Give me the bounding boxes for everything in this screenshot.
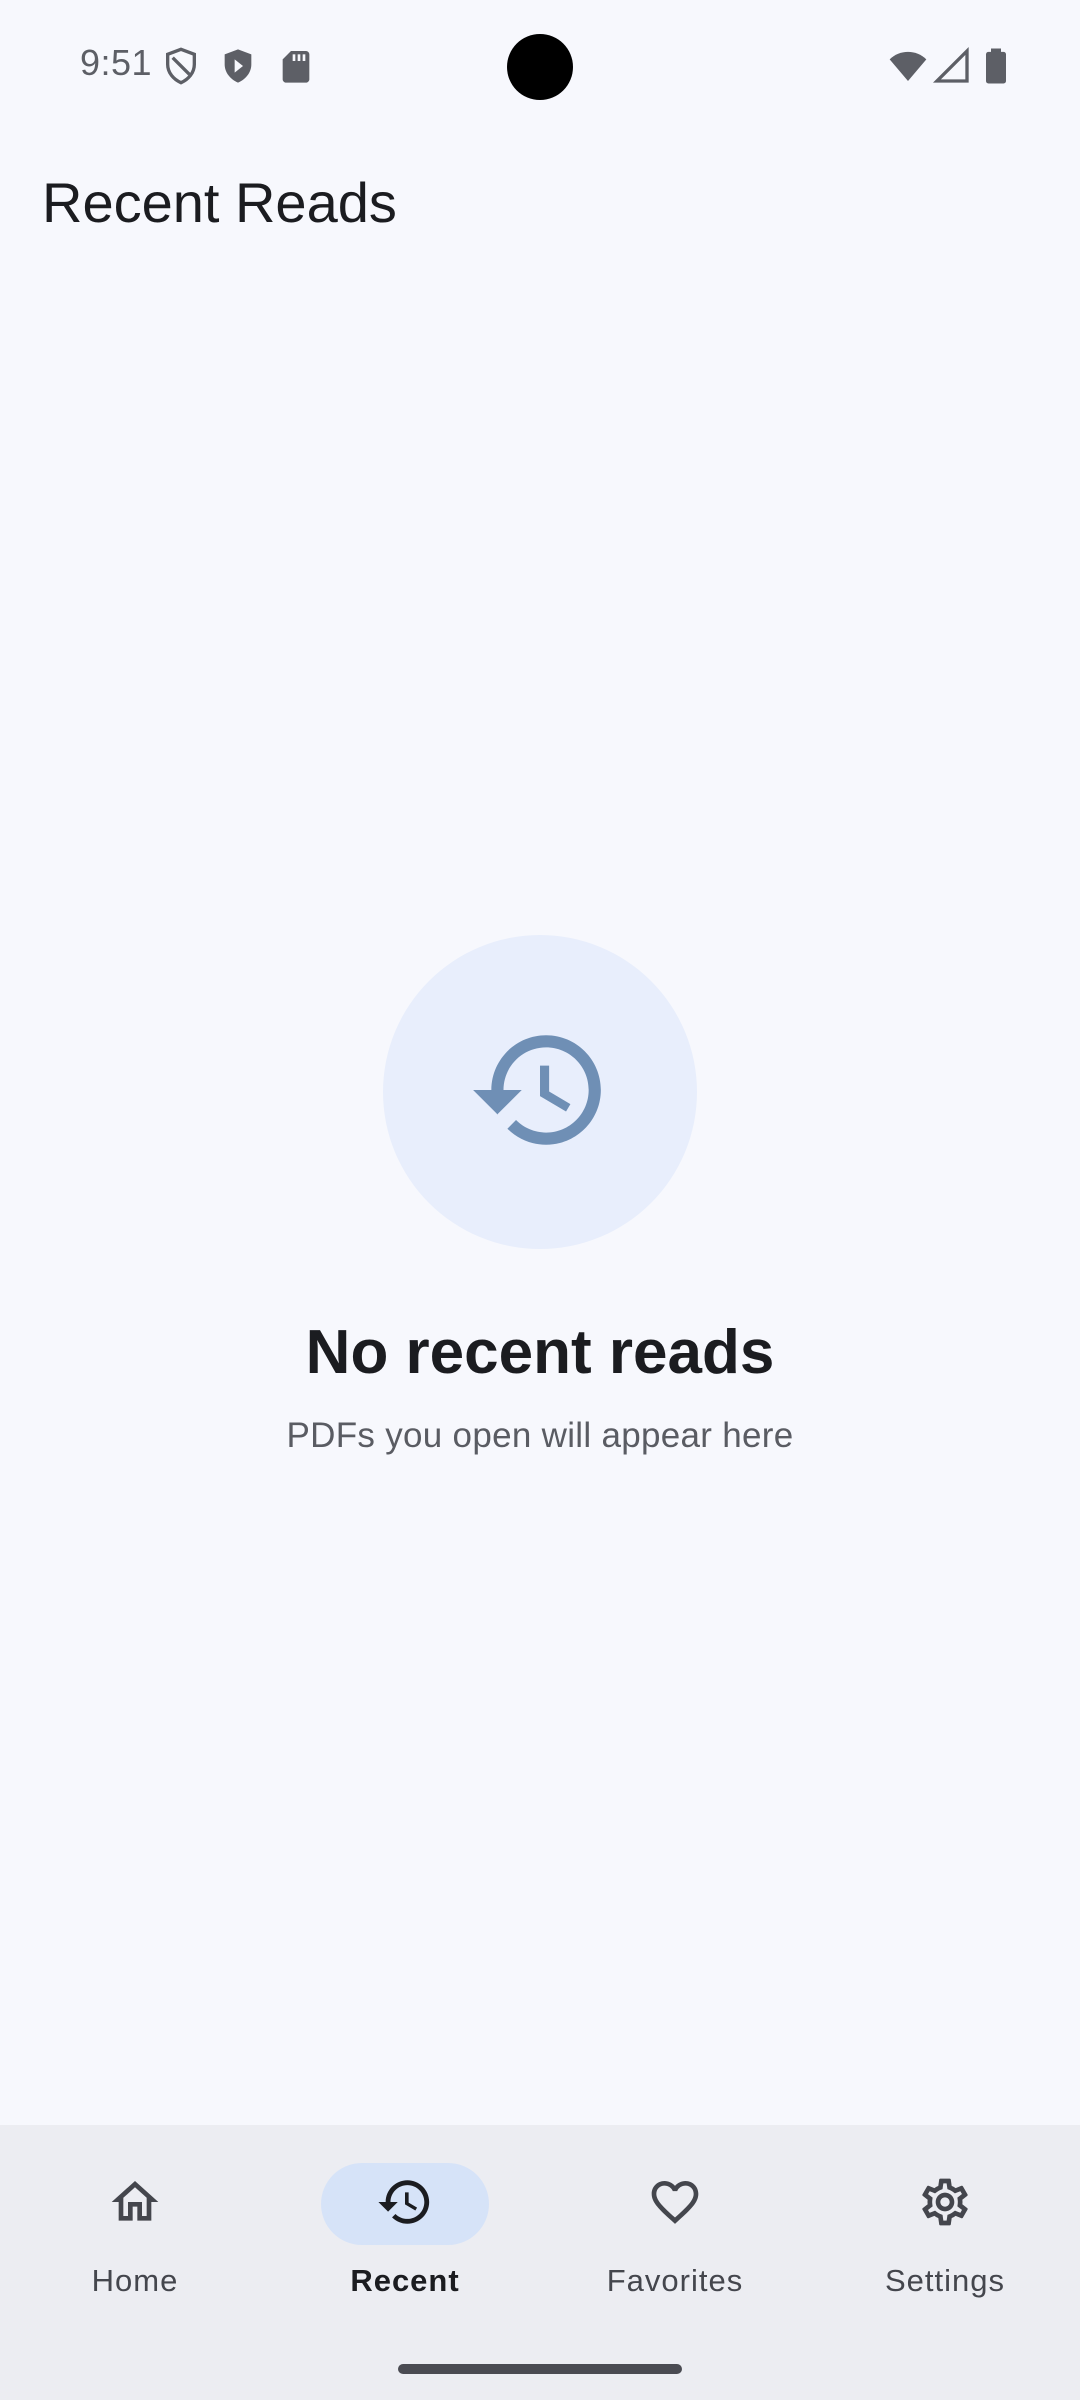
home-gesture-indicator[interactable]: [398, 2364, 682, 2374]
shield-play-icon: [218, 46, 258, 86]
nav-label-favorites: Favorites: [606, 2263, 744, 2298]
gear-icon: [917, 2174, 973, 2235]
nav-item-settings[interactable]: Settings: [810, 2163, 1080, 2303]
history-icon: [376, 2173, 434, 2236]
bottom-navigation-bar: Home Recent Favorites Settings: [0, 2125, 1080, 2400]
nav-pill-home: [51, 2163, 219, 2245]
nav-pill-recent-active: [321, 2163, 489, 2245]
home-icon: [107, 2174, 163, 2235]
nav-pill-settings: [861, 2163, 1029, 2245]
empty-state: No recent reads PDFs you open will appea…: [0, 935, 1080, 1456]
cellular-signal-icon: [932, 46, 972, 86]
shield-outline-icon: [161, 46, 201, 86]
nav-item-favorites[interactable]: Favorites: [540, 2163, 810, 2303]
nav-label-recent: Recent: [350, 2263, 460, 2298]
wifi-icon: [888, 46, 928, 86]
camera-cutout: [507, 34, 573, 100]
page-title: Recent Reads: [42, 171, 397, 234]
nav-label-settings: Settings: [884, 2263, 1005, 2298]
nav-label-home: Home: [91, 2263, 179, 2298]
status-bar: 9:51: [0, 0, 1080, 130]
nav-item-home[interactable]: Home: [0, 2163, 270, 2303]
nav-item-recent[interactable]: Recent: [270, 2163, 540, 2303]
battery-icon: [976, 46, 1016, 86]
nav-pill-favorites: [591, 2163, 759, 2245]
empty-state-icon-circle: [383, 935, 697, 1249]
empty-state-subtitle: PDFs you open will appear here: [286, 1416, 794, 1455]
empty-state-title: No recent reads: [305, 1318, 775, 1387]
status-time: 9:51: [80, 42, 153, 83]
sd-card-icon: [276, 46, 316, 86]
heart-icon: [647, 2174, 703, 2235]
history-icon: [467, 1017, 613, 1168]
